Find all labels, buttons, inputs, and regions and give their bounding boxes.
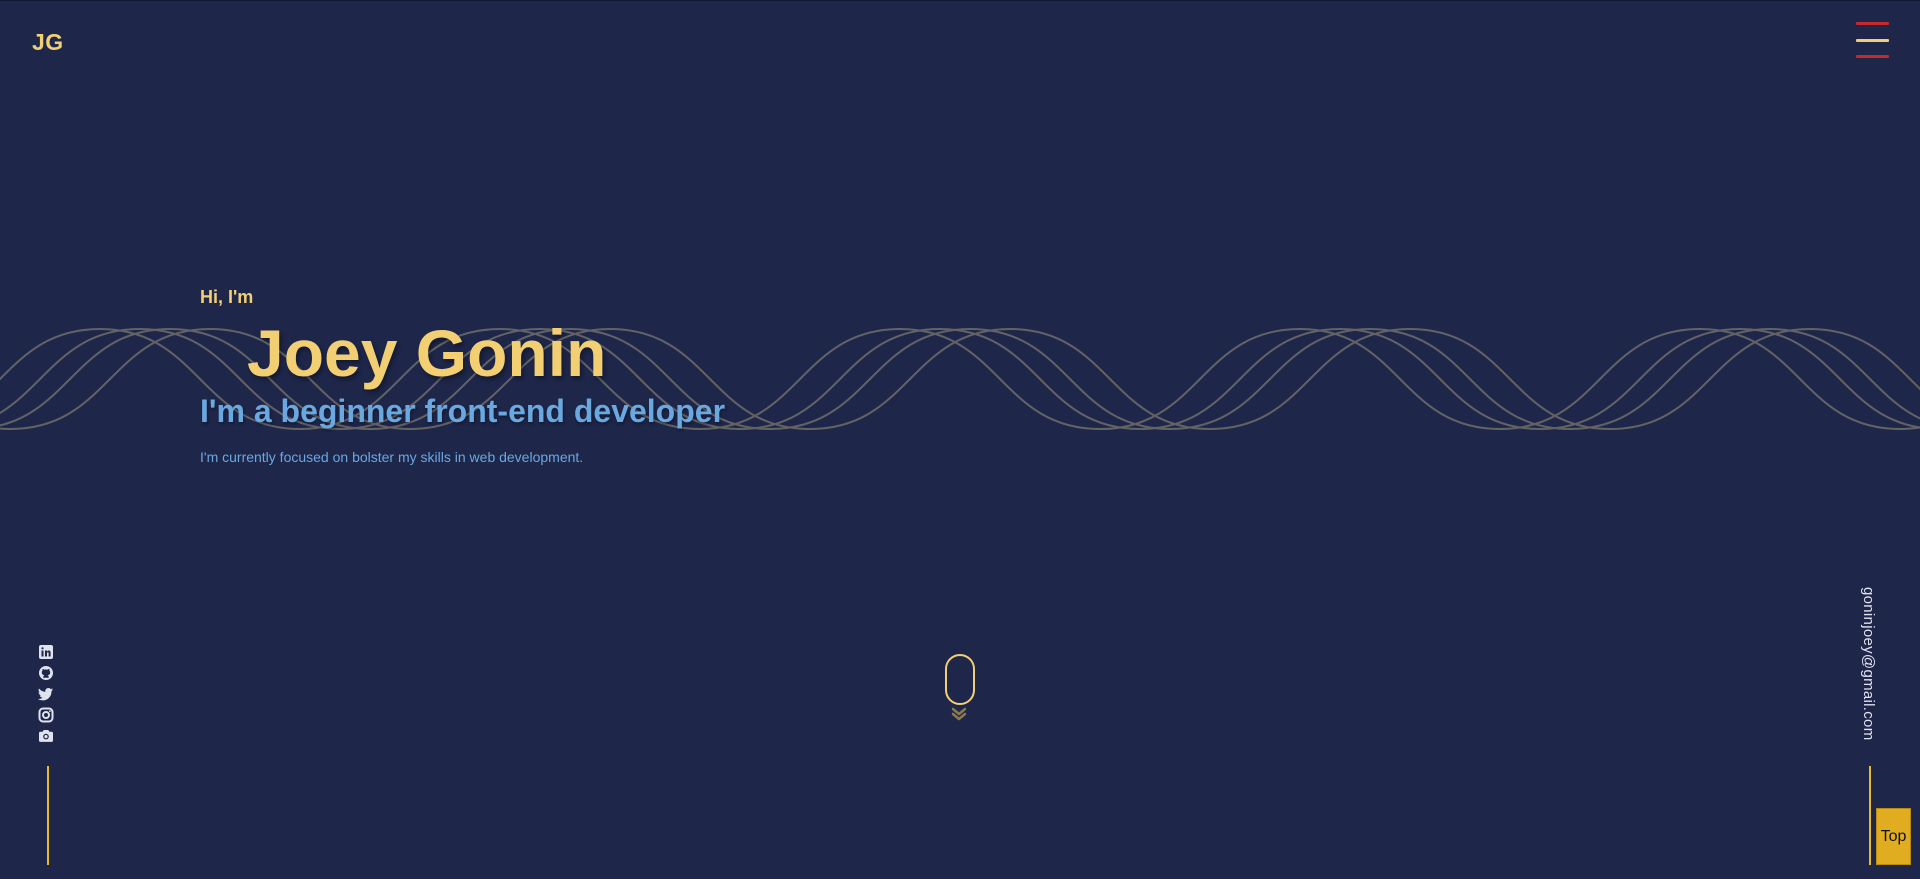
menu-line-bottom	[1856, 55, 1889, 58]
page: JG Hi, I'm Joey Gonin I'm a beginner fro…	[0, 0, 1920, 879]
hamburger-menu-icon[interactable]	[1856, 21, 1890, 61]
logo[interactable]: JG	[32, 29, 64, 56]
left-vertical-line	[47, 766, 49, 865]
back-to-top-button[interactable]: Top	[1876, 808, 1911, 865]
hero-name: Joey Gonin	[247, 316, 607, 390]
menu-line-middle	[1856, 39, 1889, 42]
hero-greeting: Hi, I'm	[200, 287, 254, 307]
mouse-scroll-icon	[945, 654, 975, 705]
twitter-icon[interactable]	[38, 686, 54, 702]
email-link[interactable]: goninjoey@gmail.com	[1860, 587, 1877, 741]
menu-line-top	[1856, 22, 1889, 25]
camera-icon[interactable]	[38, 728, 54, 744]
scroll-indicator[interactable]	[945, 654, 975, 724]
instagram-icon[interactable]	[38, 707, 54, 723]
chevron-double-down-icon	[951, 707, 967, 721]
hero-role: I'm a beginner front-end developer	[200, 393, 726, 429]
linkedin-icon[interactable]	[38, 644, 54, 660]
github-icon[interactable]	[38, 665, 54, 681]
right-vertical-line	[1869, 766, 1871, 865]
hero-tagline: I'm currently focused on bolster my skil…	[200, 449, 584, 465]
social-links	[38, 644, 56, 749]
